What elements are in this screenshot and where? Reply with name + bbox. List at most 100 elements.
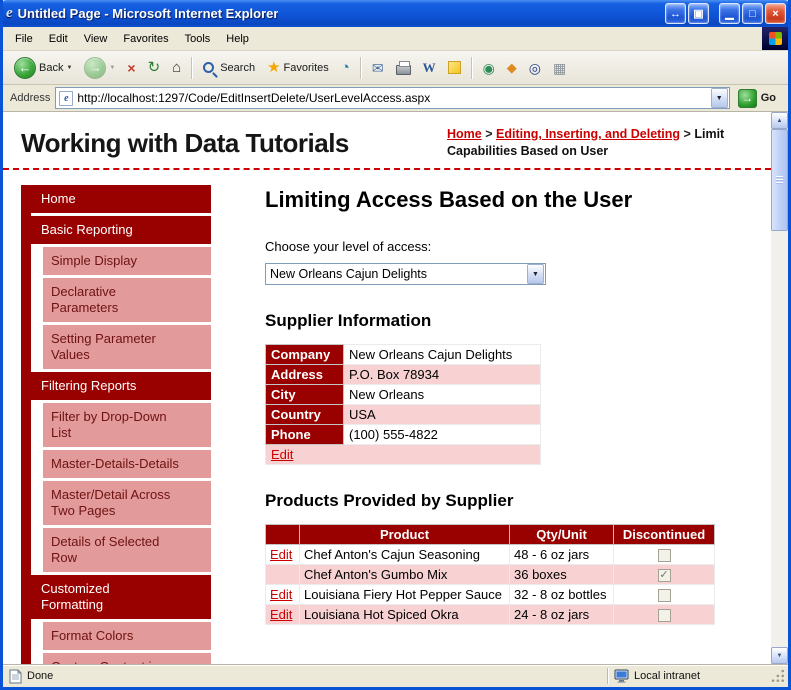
product-edit-link[interactable]: Edit <box>270 607 292 622</box>
breadcrumb-home-link[interactable]: Home <box>447 127 482 141</box>
menu-edit[interactable]: Edit <box>41 27 76 50</box>
go-button[interactable]: → Go <box>735 88 783 109</box>
toolbar-separator <box>359 56 362 79</box>
resize-grip[interactable] <box>771 669 786 684</box>
field-value: USA <box>343 404 541 425</box>
scroll-thumb[interactable] <box>771 129 788 231</box>
product-name: Chef Anton's Cajun Seasoning <box>299 543 510 566</box>
discontinued-checkbox <box>657 609 671 623</box>
breadcrumb: Home > Editing, Inserting, and Deleting … <box>447 124 755 160</box>
access-level-select[interactable]: New Orleans Cajun Delights ▼ <box>265 263 546 285</box>
menu-tools[interactable]: Tools <box>177 27 219 50</box>
status-bar: Done Local intranet <box>3 664 788 687</box>
field-label: Phone <box>265 424 344 445</box>
diamond-icon: ◆ <box>506 60 517 75</box>
discontinued-checkbox <box>657 589 671 603</box>
search-button[interactable]: Search <box>198 60 260 76</box>
close-icon: × <box>772 7 779 20</box>
field-label: Company <box>265 344 344 365</box>
status-divider <box>607 668 609 684</box>
addon-button-1[interactable]: ◉ <box>478 59 500 77</box>
field-value: P.O. Box 78934 <box>343 364 541 385</box>
product-name: Louisiana Fiery Hot Pepper Sauce <box>299 584 510 606</box>
product-qty: 36 boxes <box>509 564 614 586</box>
site-title: Working with Data Tutorials <box>21 128 349 158</box>
history-button[interactable]: ◔ <box>336 58 355 77</box>
sidebar-item-format-colors[interactable]: Format Colors <box>43 622 211 650</box>
sidebar-item-simple-display[interactable]: Simple Display <box>43 247 211 275</box>
refresh-button[interactable]: ↻ <box>143 58 166 77</box>
sidebar-item-basic-reporting[interactable]: Basic Reporting <box>31 216 211 244</box>
discuss-button[interactable] <box>443 59 466 76</box>
page-title: Limiting Access Based on the User <box>265 187 633 212</box>
breadcrumb-section-link[interactable]: Editing, Inserting, and Deleting <box>496 127 680 141</box>
scroll-up-button[interactable]: ▲ <box>771 112 788 129</box>
sidebar-item-details-of-selected-row[interactable]: Details of Selected Row <box>43 528 211 572</box>
forward-chevron-icon: ▼ <box>109 64 116 71</box>
chevron-down-icon: ▼ <box>715 94 723 102</box>
field-label: City <box>265 384 344 405</box>
zone-label: Local intranet <box>634 670 701 682</box>
menu-help[interactable]: Help <box>218 27 257 50</box>
sidebar-item-home[interactable]: Home <box>31 185 211 213</box>
address-combo[interactable]: e ▼ <box>55 87 730 109</box>
sidebar-item-master-detail-across-two-pages[interactable]: Master/Detail Across Two Pages <box>43 481 211 525</box>
toolbar-separator <box>470 56 473 79</box>
back-label: Back <box>39 61 64 74</box>
menu-view[interactable]: View <box>76 27 116 50</box>
sidebar-item-customized-formatting[interactable]: Customized Formatting <box>31 575 211 619</box>
address-input[interactable] <box>77 89 707 107</box>
discontinued-checkbox: ✓ <box>657 569 671 583</box>
addon-button-3[interactable]: ◎ <box>524 59 546 77</box>
address-label: Address <box>10 92 51 104</box>
menu-bar: File Edit View Favorites Tools Help <box>3 27 788 51</box>
supplier-edit-link[interactable]: Edit <box>271 447 293 462</box>
browser-window: e Untitled Page - Microsoft Internet Exp… <box>0 0 791 690</box>
breadcrumb-separator: > <box>485 127 493 141</box>
maximize-button[interactable]: □ <box>742 3 763 24</box>
table-row: Company New Orleans Cajun Delights <box>265 344 541 365</box>
sidebar-item-setting-parameter-values[interactable]: Setting Parameter Values <box>43 325 211 369</box>
table-header-row: Product Qty/Unit Discontinued <box>265 524 715 545</box>
back-button[interactable]: ← Back ▼ <box>9 55 77 81</box>
edit-in-word-button[interactable]: W <box>418 59 441 76</box>
close-button[interactable]: × <box>765 3 786 24</box>
print-icon <box>395 61 411 75</box>
table-row: Edit Louisiana Hot Spiced Okra 24 - 8 oz… <box>265 604 715 626</box>
field-value: (100) 555-4822 <box>343 424 541 445</box>
minimize-button[interactable]: ▁ <box>719 3 740 24</box>
products-heading: Products Provided by Supplier <box>265 491 514 510</box>
menu-favorites[interactable]: Favorites <box>115 27 176 50</box>
sidebar-item-filter-by-drop-down-list[interactable]: Filter by Drop-Down List <box>43 403 211 447</box>
stop-button[interactable]: × <box>122 59 140 77</box>
menu-file[interactable]: File <box>7 27 41 50</box>
table-row: Edit <box>265 444 541 465</box>
forward-button[interactable]: → ▼ <box>79 55 120 81</box>
product-edit-link[interactable]: Edit <box>270 547 292 562</box>
sidebar-item-declarative-parameters[interactable]: Declarative Parameters <box>43 278 211 322</box>
print-button[interactable] <box>391 58 416 77</box>
fullscreen-button[interactable]: ▣ <box>688 3 709 24</box>
sidebar-item-master-details-details[interactable]: Master-Details-Details <box>43 450 211 478</box>
go-label: Go <box>760 92 776 104</box>
sidebar-item-filtering-reports[interactable]: Filtering Reports <box>31 372 211 400</box>
field-label: Address <box>265 364 344 385</box>
mail-button[interactable]: ✉ <box>367 59 389 77</box>
sidebar-item-custom-content[interactable]: Custom Content in a <box>43 653 211 664</box>
vertical-scrollbar[interactable]: ▲ ▼ <box>771 112 788 664</box>
toolbar: ← Back ▼ → ▼ × ↻ ⌂ Search ★ Favorites ◔ … <box>3 51 788 85</box>
search-icon <box>203 62 215 73</box>
table-row: Chef Anton's Gumbo Mix 36 boxes ✓ <box>265 564 715 586</box>
minimize-icon: ▁ <box>725 8 734 20</box>
window-title: Untitled Page - Microsoft Internet Explo… <box>17 6 279 21</box>
scroll-down-button[interactable]: ▼ <box>771 647 788 664</box>
access-select-dropdown-button[interactable]: ▼ <box>527 264 544 284</box>
addon-button-2[interactable]: ◆ <box>502 59 522 76</box>
product-edit-link[interactable]: Edit <box>270 587 292 602</box>
address-dropdown-button[interactable]: ▼ <box>710 88 728 108</box>
home-button[interactable]: ⌂ <box>167 58 186 77</box>
addon-button-4[interactable]: ▦ <box>548 59 571 77</box>
field-label: Country <box>265 404 344 425</box>
favorites-button[interactable]: ★ Favorites <box>262 58 334 77</box>
pan-button[interactable]: ↔ <box>665 3 686 24</box>
